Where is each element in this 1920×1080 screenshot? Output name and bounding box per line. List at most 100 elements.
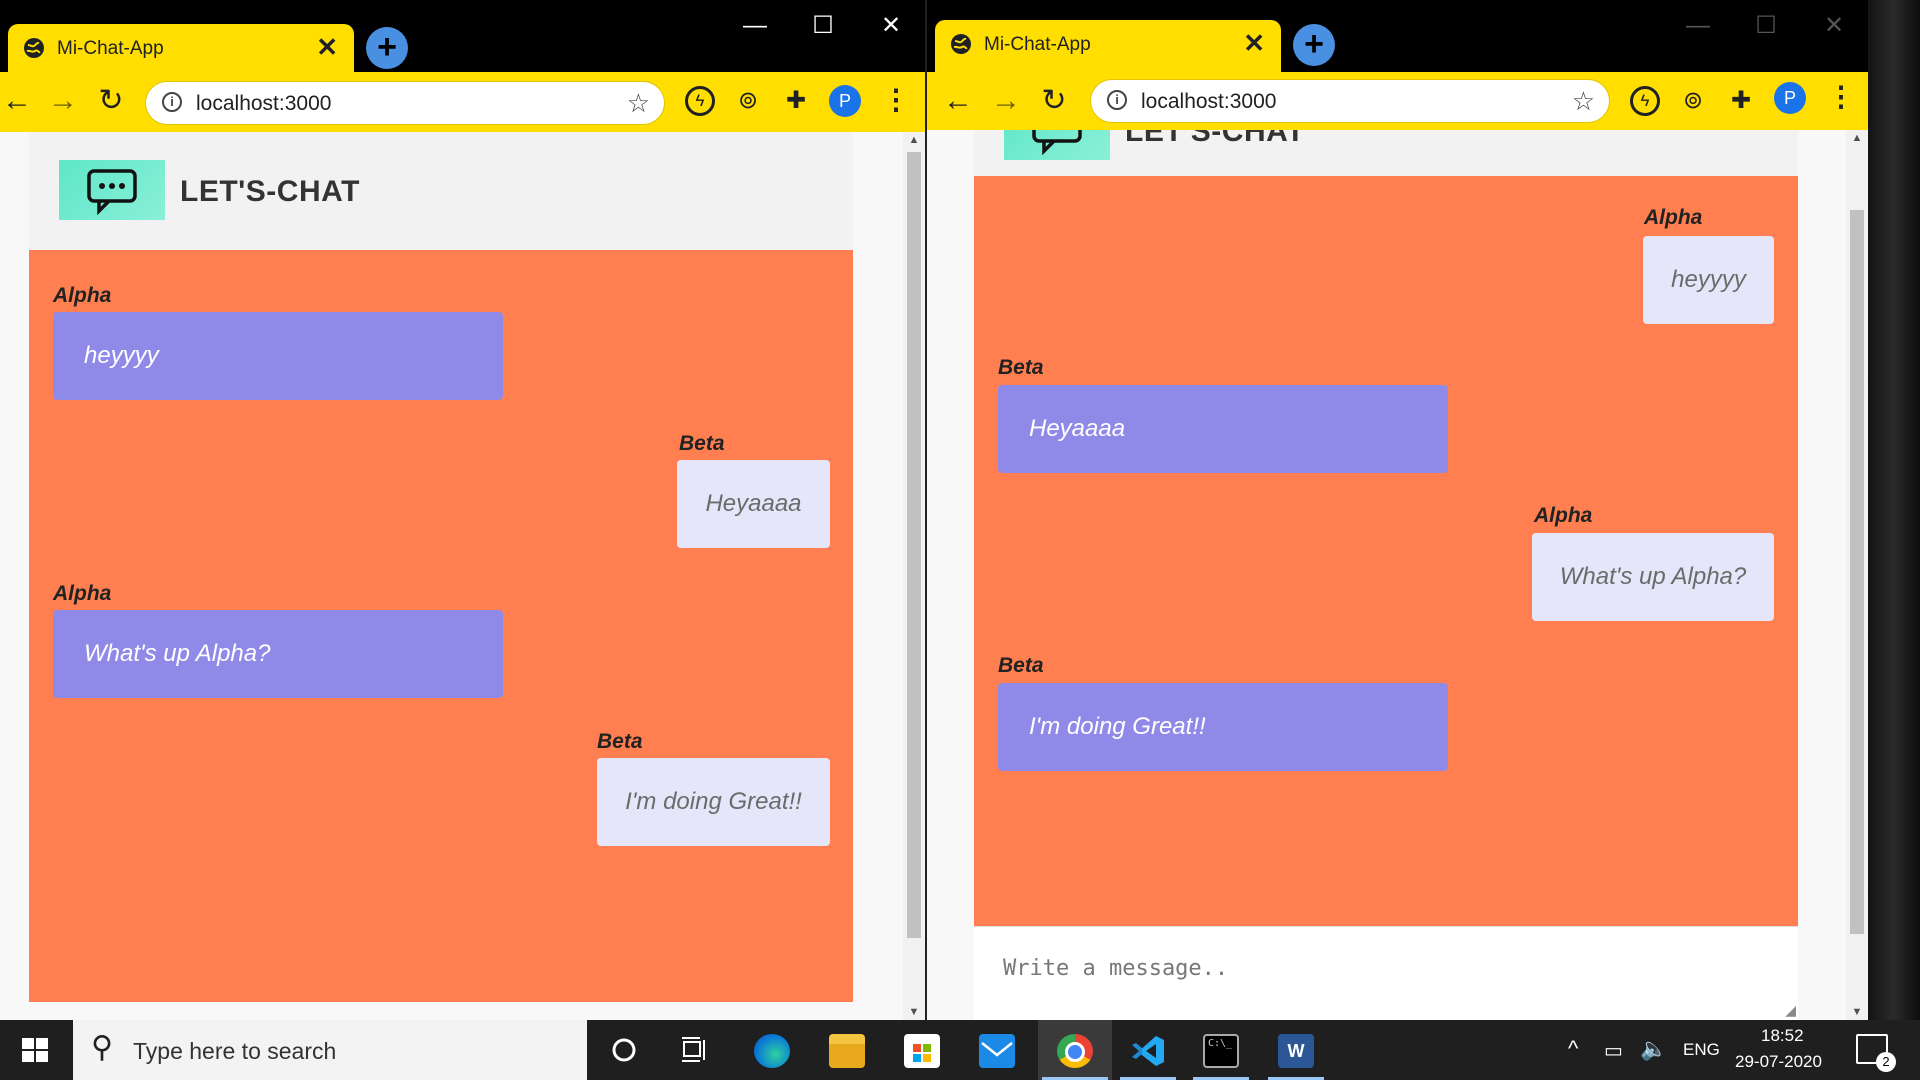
chrome-icon: [1057, 1034, 1093, 1068]
message-bubble: I'm doing Great!!: [998, 683, 1448, 771]
message-bubble: I'm doing Great!!: [597, 758, 830, 846]
forward-icon[interactable]: →: [46, 84, 80, 118]
back-icon[interactable]: ←: [941, 84, 975, 118]
chat-bubble-icon: [87, 169, 137, 216]
extension-bolt-icon[interactable]: ϟ: [1630, 86, 1660, 116]
taskbar-app-mail[interactable]: [965, 1020, 1029, 1080]
scrollbar-thumb[interactable]: [1850, 210, 1864, 934]
tab-title: Mi-Chat-App: [57, 38, 164, 59]
scroll-up-arrow-icon[interactable]: ▲: [903, 134, 925, 146]
clock-date[interactable]: 29-07-2020: [1735, 1052, 1822, 1072]
windows-taskbar: ⚲ Type here to search C:\_ W ^ ▭ 🔈 ENG 1…: [0, 1020, 1920, 1080]
clock-time[interactable]: 18:52: [1761, 1026, 1804, 1046]
scroll-up-arrow-icon[interactable]: ▲: [1846, 132, 1868, 144]
volume-icon[interactable]: 🔈: [1640, 1036, 1667, 1062]
browser-tab[interactable]: Mi-Chat-App ✕: [935, 20, 1281, 72]
app-logo: [59, 160, 165, 220]
battery-icon[interactable]: ▭: [1604, 1038, 1623, 1063]
app-brand-title: LET'S-CHAT: [180, 175, 360, 208]
message-bubble: heyyyy: [53, 312, 503, 400]
close-window-button[interactable]: ✕: [857, 6, 925, 46]
start-button[interactable]: [0, 1020, 72, 1080]
chat-area: Alpha heyyyy Beta Heyaaaa Alpha What's u…: [974, 176, 1798, 926]
window-controls: — ☐ ✕: [721, 6, 925, 46]
taskbar-app-terminal[interactable]: C:\_: [1189, 1020, 1253, 1080]
close-window-button[interactable]: ✕: [1800, 6, 1868, 46]
browser-tab[interactable]: Mi-Chat-App ✕: [8, 24, 354, 72]
extensions-puzzle-icon[interactable]: ✚: [1726, 86, 1756, 116]
window-controls: — ☐ ✕: [1664, 6, 1868, 46]
message-sender: Alpha: [53, 582, 112, 605]
app-logo: [1004, 130, 1110, 160]
extension-link-icon[interactable]: ⊚: [1678, 86, 1708, 116]
page-viewport: LET'S-CHAT Alpha heyyyy Beta Heyaaaa Alp…: [927, 130, 1868, 1020]
globe-icon: [24, 38, 44, 58]
app-brand-title: LET'S-CHAT: [1125, 130, 1305, 148]
resize-grip-icon[interactable]: ◢: [1785, 1002, 1796, 1019]
back-icon[interactable]: ←: [0, 84, 34, 118]
message-bubble: What's up Alpha?: [53, 610, 503, 698]
language-indicator[interactable]: ENG: [1683, 1040, 1720, 1060]
taskbar-app-edge[interactable]: [740, 1020, 804, 1080]
maximize-button[interactable]: ☐: [789, 6, 857, 46]
browser-window-left: Mi-Chat-App ✕ + — ☐ ✕ ← → ↻ i localhost:…: [0, 0, 925, 1020]
task-view-button[interactable]: [662, 1020, 726, 1080]
title-bar: Mi-Chat-App ✕ + — ☐ ✕: [0, 0, 925, 72]
profile-avatar[interactable]: P: [1774, 82, 1806, 114]
new-tab-button[interactable]: +: [366, 27, 408, 69]
browser-window-right: Mi-Chat-App ✕ + — ☐ ✕ ← → ↻ i localhost:…: [925, 0, 1868, 1020]
folder-icon: [829, 1034, 865, 1068]
message-sender: Alpha: [1534, 504, 1593, 527]
reload-icon[interactable]: ↻: [1037, 84, 1071, 118]
message-bubble: Heyaaaa: [998, 385, 1448, 473]
minimize-button[interactable]: —: [1664, 6, 1732, 46]
message-input[interactable]: Write a message.. ◢: [974, 926, 1798, 1020]
message-sender: Beta: [998, 654, 1044, 677]
url-text: localhost:3000: [1141, 90, 1277, 113]
forward-icon[interactable]: →: [989, 84, 1023, 118]
taskbar-app-vscode[interactable]: [1116, 1020, 1180, 1080]
minimize-button[interactable]: —: [721, 6, 789, 46]
message-sender: Alpha: [53, 284, 112, 307]
store-bag-icon: [904, 1034, 940, 1068]
notification-center-icon[interactable]: 2: [1856, 1034, 1896, 1072]
extension-link-icon[interactable]: ⊚: [733, 86, 763, 116]
chat-bubble-icon: [1032, 130, 1082, 156]
address-bar[interactable]: i localhost:3000 ☆: [145, 81, 665, 125]
extension-bolt-icon[interactable]: ϟ: [685, 86, 715, 116]
show-hidden-icons-chevron-icon[interactable]: ^: [1568, 1036, 1578, 1062]
browser-menu-icon[interactable]: ⋮: [882, 84, 910, 116]
browser-menu-icon[interactable]: ⋮: [1827, 81, 1855, 113]
address-bar[interactable]: i localhost:3000 ☆: [1090, 79, 1610, 123]
taskbar-app-chrome[interactable]: [1038, 1020, 1112, 1080]
bookmark-star-icon[interactable]: ☆: [627, 88, 650, 119]
bookmark-star-icon[interactable]: ☆: [1572, 86, 1595, 117]
taskbar-app-explorer[interactable]: [815, 1020, 879, 1080]
chat-area: Alpha heyyyy Beta Heyaaaa Alpha What's u…: [29, 250, 853, 1002]
maximize-button[interactable]: ☐: [1732, 6, 1800, 46]
taskbar-app-word[interactable]: W: [1264, 1020, 1328, 1080]
site-info-icon[interactable]: i: [1107, 90, 1127, 110]
new-tab-button[interactable]: +: [1293, 24, 1335, 66]
cortana-button[interactable]: [592, 1020, 656, 1080]
site-info-icon[interactable]: i: [162, 92, 182, 112]
taskbar-app-store[interactable]: [890, 1020, 954, 1080]
app-header: LET'S-CHAT: [29, 132, 853, 250]
message-sender: Beta: [597, 730, 643, 753]
scrollbar-thumb[interactable]: [907, 152, 921, 938]
browser-toolbar: ← → ↻ i localhost:3000 ☆ ϟ ⊚ ✚ P ⋮: [0, 72, 925, 132]
reload-icon[interactable]: ↻: [94, 84, 128, 118]
tab-close-icon[interactable]: ✕: [316, 34, 338, 60]
page-scrollbar[interactable]: ▲ ▼: [903, 132, 925, 1020]
scroll-down-arrow-icon[interactable]: ▼: [1846, 1006, 1868, 1018]
cortana-circle-icon: [612, 1038, 636, 1062]
tab-close-icon[interactable]: ✕: [1243, 30, 1265, 56]
extensions-puzzle-icon[interactable]: ✚: [781, 86, 811, 116]
browser-toolbar: ← → ↻ i localhost:3000 ☆ ϟ ⊚ ✚ P ⋮: [927, 72, 1868, 130]
message-bubble: heyyyy: [1643, 236, 1774, 324]
scroll-down-arrow-icon[interactable]: ▼: [903, 1006, 925, 1018]
taskbar-search-box[interactable]: ⚲ Type here to search: [73, 1020, 587, 1080]
page-scrollbar[interactable]: ▲ ▼: [1846, 130, 1868, 1020]
profile-avatar[interactable]: P: [829, 85, 861, 117]
title-bar: Mi-Chat-App ✕ + — ☐ ✕: [927, 0, 1868, 72]
